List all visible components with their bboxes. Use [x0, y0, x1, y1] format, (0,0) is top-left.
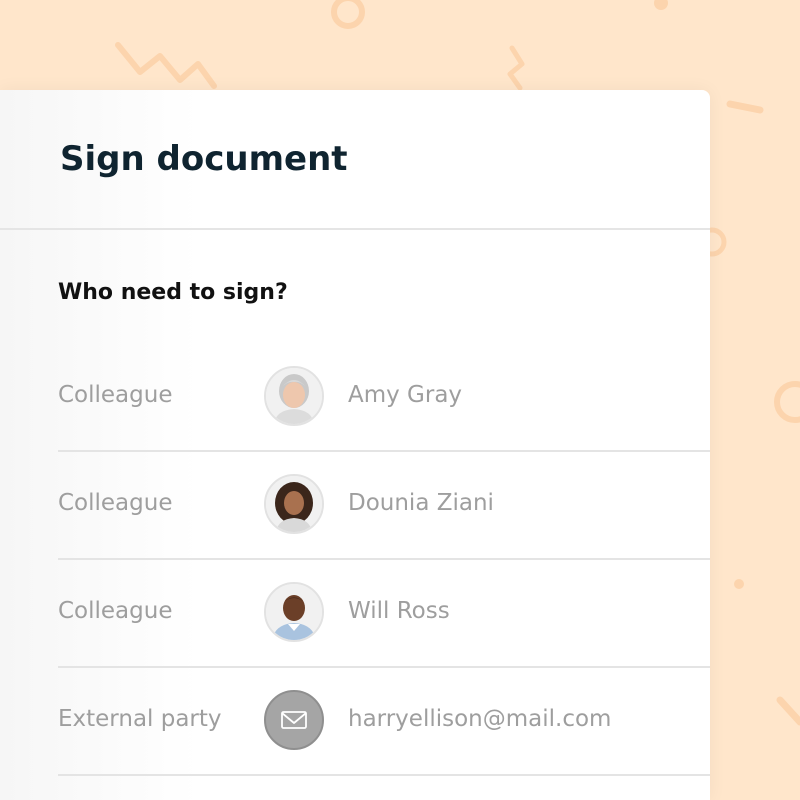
avatar: [264, 582, 324, 642]
signer-row[interactable]: External party harryellison@mail.com: [58, 666, 710, 776]
signer-name: Amy Gray: [348, 382, 463, 408]
signer-row[interactable]: Colleague Will Ross: [58, 558, 710, 668]
signer-name: Will Ross: [348, 598, 450, 624]
signer-role: Colleague: [58, 490, 173, 516]
envelope-icon: [281, 711, 307, 729]
avatar: [264, 366, 324, 426]
sign-document-card: Sign document Who need to sign? Colleagu…: [0, 90, 710, 800]
signer-role: Colleague: [58, 598, 173, 624]
signer-role: External party: [58, 706, 222, 732]
signer-row[interactable]: Colleague Dounia Ziani: [58, 450, 710, 560]
signer-role: Colleague: [58, 382, 173, 408]
signers-section-title: Who need to sign?: [58, 280, 288, 305]
card-header: Sign document: [0, 90, 710, 230]
signer-email: harryellison@mail.com: [348, 706, 612, 732]
signer-row[interactable]: Colleague Amy Gray: [58, 342, 710, 452]
avatar: [264, 474, 324, 534]
email-avatar: [264, 690, 324, 750]
signer-name: Dounia Ziani: [348, 490, 494, 516]
card-title: Sign document: [60, 139, 348, 179]
